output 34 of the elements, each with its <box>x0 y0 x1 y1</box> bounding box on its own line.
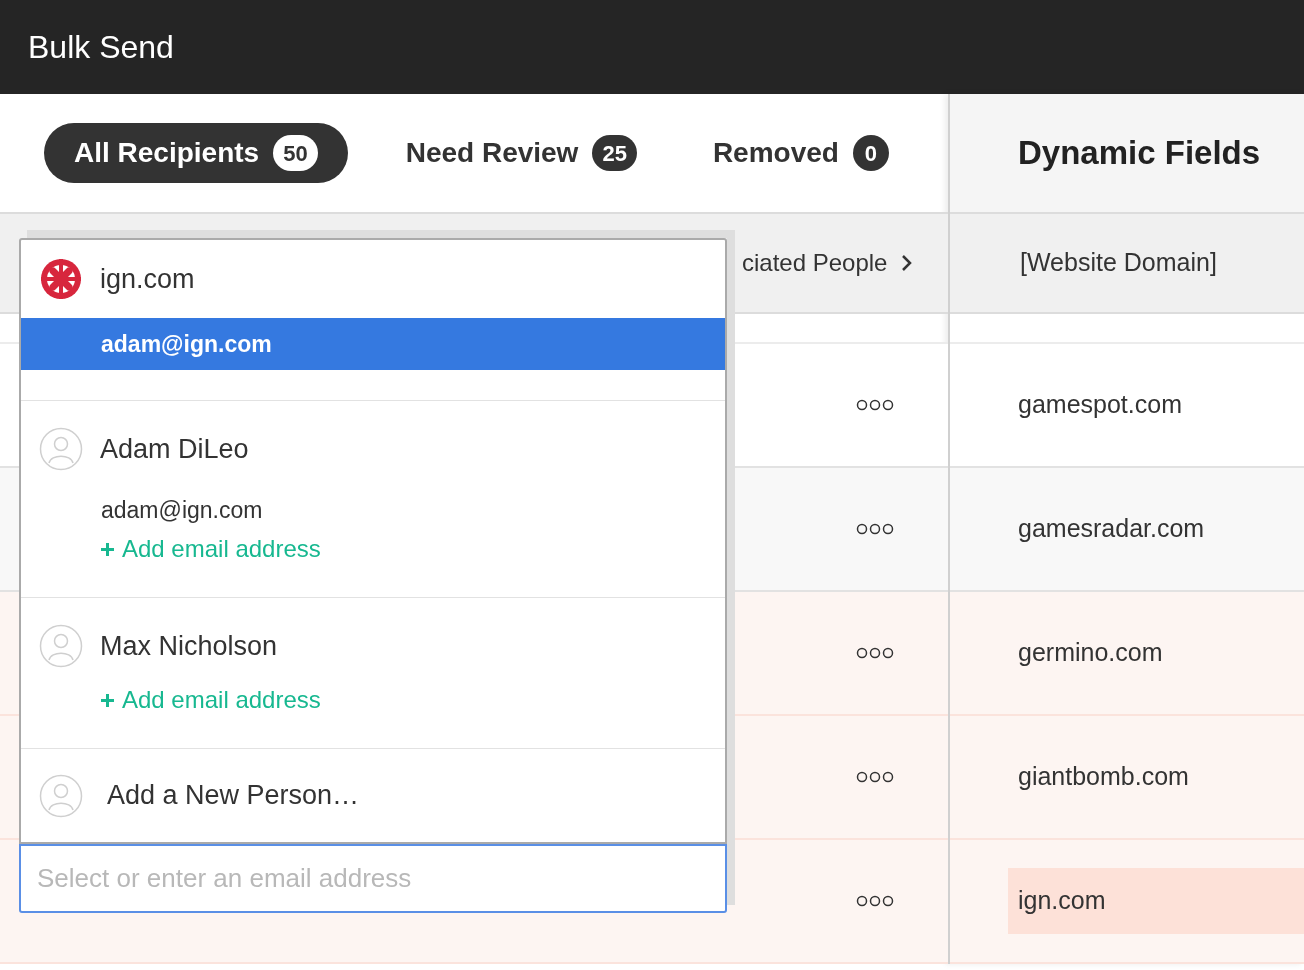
filter-tab[interactable]: Need Review 25 <box>387 123 655 183</box>
page-title: Bulk Send <box>28 28 174 67</box>
company-name: ign.com <box>100 262 195 296</box>
more-icon[interactable] <box>856 399 894 411</box>
person-avatar-icon <box>39 773 83 818</box>
domain-value: giantbomb.com <box>1017 761 1190 793</box>
plus-icon <box>101 542 114 556</box>
more-icon[interactable] <box>856 647 894 659</box>
add-person-option[interactable]: Add a New Person… <box>21 749 725 842</box>
chevron-right-icon[interactable] <box>901 253 914 273</box>
person-avatar-icon <box>39 427 83 471</box>
email-input-field[interactable]: Select or enter an email address <box>19 844 727 913</box>
count-badge: 25 <box>592 135 637 171</box>
more-icon[interactable] <box>856 523 894 535</box>
filter-tab[interactable]: All Recipients 50 <box>44 123 348 183</box>
email-option[interactable]: adam@ign.com <box>21 318 725 370</box>
column-header: [Website Domain] <box>1020 247 1217 279</box>
person-avatar-icon <box>39 624 83 668</box>
domain-value: gamespot.com <box>1017 389 1183 421</box>
count-badge: 50 <box>273 135 318 171</box>
plus-icon <box>101 693 114 707</box>
domain-value: ign.com <box>1008 868 1304 934</box>
column-header[interactable]: ciated People <box>742 245 888 281</box>
more-icon[interactable] <box>856 895 894 907</box>
email-option[interactable]: adam@ign.com <box>21 487 725 533</box>
more-icon[interactable] <box>856 771 894 783</box>
panel-title: Dynamic Fields <box>1018 133 1261 174</box>
domain-value: gamesradar.com <box>1017 513 1206 545</box>
domain-value: germino.com <box>1017 637 1164 669</box>
person-name: Adam DiLeo <box>100 432 249 466</box>
filter-tab[interactable]: Removed 0 <box>694 123 907 183</box>
count-badge: 0 <box>852 135 889 171</box>
company-logo-icon <box>39 257 83 301</box>
person-name: Max Nicholson <box>100 629 278 663</box>
